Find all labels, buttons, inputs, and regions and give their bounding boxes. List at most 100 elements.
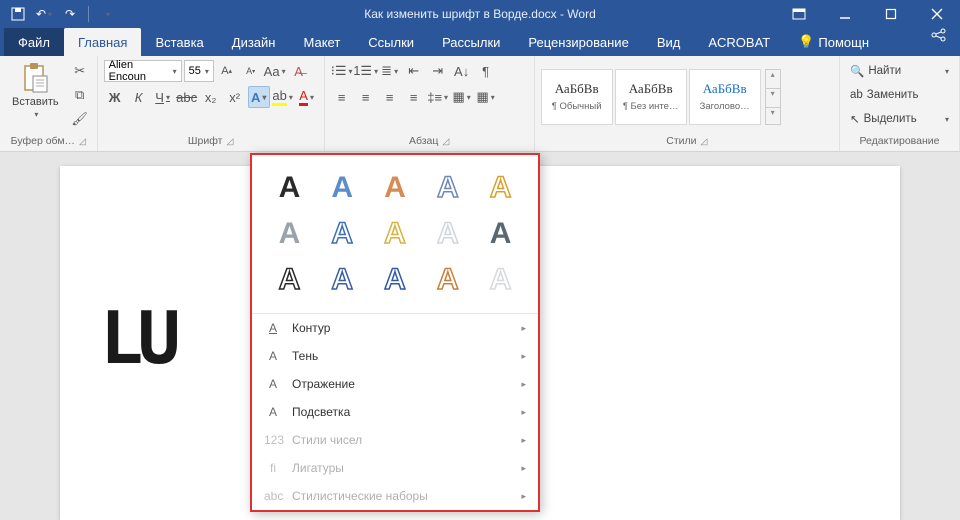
- tab-design[interactable]: Дизайн: [218, 28, 290, 56]
- tab-acrobat[interactable]: ACROBAT: [694, 28, 784, 56]
- align-center-button[interactable]: ≡: [355, 86, 377, 108]
- cursor-icon: ↖: [850, 112, 860, 126]
- grow-font-button[interactable]: A▴: [216, 60, 238, 82]
- align-right-button[interactable]: ≡: [379, 86, 401, 108]
- dialog-launcher-icon[interactable]: ◿: [226, 136, 233, 147]
- style-normal[interactable]: АаБбВв¶ Обычный: [541, 69, 613, 125]
- style-heading1[interactable]: АаБбВвЗаголово…: [689, 69, 761, 125]
- text-effect-preset[interactable]: A: [430, 171, 465, 205]
- glow-icon: A: [264, 405, 282, 419]
- line-spacing-button[interactable]: ‡≡▾: [427, 86, 449, 108]
- font-color-button[interactable]: A▾: [296, 86, 318, 108]
- paragraph-group-label: Абзац: [409, 135, 438, 147]
- format-painter-button[interactable]: 🖌: [69, 108, 91, 130]
- text-effect-preset[interactable]: A: [325, 217, 360, 251]
- highlight-color-button[interactable]: ab▾: [272, 86, 294, 108]
- tab-view[interactable]: Вид: [643, 28, 695, 56]
- text-effect-preset[interactable]: A: [430, 217, 465, 251]
- shrink-font-button[interactable]: A▾: [240, 60, 262, 82]
- qat-undo-icon[interactable]: ↶▾: [32, 2, 56, 26]
- bullets-button[interactable]: ⁝☰▾: [331, 60, 353, 82]
- fx-reflection[interactable]: AОтражение▸: [252, 370, 538, 398]
- text-effect-preset[interactable]: A: [483, 217, 518, 251]
- fx-number-styles: 123Стили чисел▸: [252, 426, 538, 454]
- select-button[interactable]: ↖Выделить▾: [846, 108, 953, 130]
- close-button[interactable]: [914, 0, 960, 28]
- decrease-indent-button[interactable]: ⇤: [403, 60, 425, 82]
- text-effect-preset[interactable]: A: [378, 171, 413, 205]
- chevron-right-icon: ▸: [521, 435, 526, 446]
- tab-mailings[interactable]: Рассылки: [428, 28, 514, 56]
- italic-button[interactable]: К: [128, 86, 150, 108]
- tab-layout[interactable]: Макет: [289, 28, 354, 56]
- clipboard-group-label: Буфер обм…: [11, 135, 75, 147]
- text-effect-preset[interactable]: A: [272, 217, 307, 251]
- style-nospacing[interactable]: АаБбВв¶ Без инте…: [615, 69, 687, 125]
- numbering-button[interactable]: 1☰▾: [355, 60, 377, 82]
- clear-formatting-button[interactable]: A̶: [288, 60, 310, 82]
- replace-icon: ab: [850, 89, 863, 101]
- multilevel-button[interactable]: ≣▾: [379, 60, 401, 82]
- qat-separator: [88, 6, 89, 22]
- tell-me[interactable]: 💡Помощн: [784, 28, 883, 56]
- dialog-launcher-icon[interactable]: ◿: [442, 136, 449, 147]
- shading-button[interactable]: ▦▾: [451, 86, 473, 108]
- dialog-launcher-icon[interactable]: ◿: [700, 136, 707, 147]
- align-left-button[interactable]: ≡: [331, 86, 353, 108]
- shadow-icon: A: [264, 349, 282, 363]
- copy-button[interactable]: ⧉: [69, 84, 91, 106]
- maximize-button[interactable]: [868, 0, 914, 28]
- fx-outline[interactable]: AКонтур▸: [252, 314, 538, 342]
- replace-button[interactable]: abЗаменить: [846, 84, 953, 106]
- show-marks-button[interactable]: ¶: [475, 60, 497, 82]
- sort-button[interactable]: A↓: [451, 60, 473, 82]
- borders-button[interactable]: ▦▾: [475, 86, 497, 108]
- superscript-button[interactable]: x²: [224, 86, 246, 108]
- fx-glow[interactable]: AПодсветка▸: [252, 398, 538, 426]
- tab-insert[interactable]: Вставка: [141, 28, 217, 56]
- text-effect-preset[interactable]: A: [430, 263, 465, 297]
- minimize-button[interactable]: [822, 0, 868, 28]
- styles-scroll[interactable]: ▴ ▾ ▾: [765, 69, 781, 125]
- chevron-right-icon: ▸: [521, 407, 526, 418]
- tab-review[interactable]: Рецензирование: [514, 28, 642, 56]
- styles-gallery[interactable]: АаБбВв¶ Обычный АаБбВв¶ Без инте… АаБбВв…: [541, 69, 761, 125]
- cut-button[interactable]: ✂: [69, 60, 91, 82]
- text-effect-preset[interactable]: A: [272, 263, 307, 297]
- chevron-down-icon: ▾: [32, 110, 38, 119]
- tab-file[interactable]: Файл: [4, 28, 64, 56]
- justify-button[interactable]: ≡: [403, 86, 425, 108]
- font-size-select[interactable]: 55▾: [184, 60, 214, 82]
- text-effect-preset[interactable]: A: [272, 171, 307, 205]
- bold-button[interactable]: Ж: [104, 86, 126, 108]
- increase-indent-button[interactable]: ⇥: [427, 60, 449, 82]
- strike-button[interactable]: abc: [176, 86, 198, 108]
- tab-home[interactable]: Главная: [64, 28, 141, 56]
- text-effect-preset[interactable]: A: [378, 263, 413, 297]
- text-effect-preset[interactable]: A: [483, 263, 518, 297]
- font-family-select[interactable]: Alien Encoun▾: [104, 60, 182, 82]
- text-effects-dropdown: AAAAAAAAAAAAAAA AКонтур▸ AТень▸ AОтражен…: [250, 153, 540, 512]
- text-effect-preset[interactable]: A: [378, 217, 413, 251]
- qat-save-icon[interactable]: [6, 2, 30, 26]
- text-effects-button[interactable]: A▾: [248, 86, 270, 108]
- qat-customize-icon[interactable]: ▾: [95, 2, 119, 26]
- paste-button[interactable]: Вставить ▾: [6, 60, 65, 121]
- dialog-launcher-icon[interactable]: ◿: [79, 136, 86, 147]
- text-effect-preset[interactable]: A: [325, 171, 360, 205]
- reflection-icon: A: [264, 377, 282, 391]
- qat-redo-icon[interactable]: ↷: [58, 2, 82, 26]
- share-button[interactable]: [930, 28, 948, 42]
- fx-shadow[interactable]: AТень▸: [252, 342, 538, 370]
- text-effect-preset[interactable]: A: [483, 171, 518, 205]
- chevron-right-icon: ▸: [521, 491, 526, 502]
- underline-button[interactable]: Ч▾: [152, 86, 174, 108]
- find-button[interactable]: 🔍Найти▾: [846, 60, 953, 82]
- change-case-button[interactable]: Aa▾: [264, 60, 286, 82]
- text-effect-preset[interactable]: A: [325, 263, 360, 297]
- document-text: LU: [100, 296, 175, 380]
- ribbon-options-icon[interactable]: [776, 0, 822, 28]
- subscript-button[interactable]: x₂: [200, 86, 222, 108]
- tab-references[interactable]: Ссылки: [354, 28, 428, 56]
- fx-stylistic-sets: abcСтилистические наборы▸: [252, 482, 538, 510]
